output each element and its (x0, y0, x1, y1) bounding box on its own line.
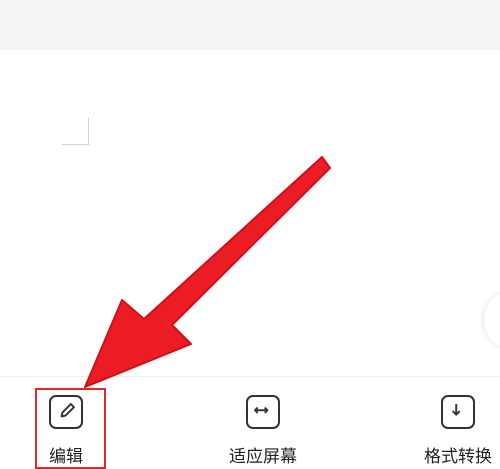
format-convert-label: 格式转换 (424, 447, 492, 467)
fit-screen-button[interactable]: 适应屏幕 (213, 395, 313, 467)
page-corner-mark (62, 118, 89, 145)
format-convert-button[interactable]: 格式转换 (408, 395, 500, 467)
top-bar (0, 0, 500, 50)
edit-button[interactable]: 编辑 (16, 395, 116, 467)
document-page[interactable] (0, 50, 500, 376)
edit-label: 编辑 (49, 447, 83, 467)
fit-screen-icon (246, 395, 280, 429)
document-viewer: 编辑 适应屏幕 格式转换 (0, 0, 500, 469)
edit-icon (49, 395, 83, 429)
format-convert-icon (441, 395, 475, 429)
bottom-toolbar: 编辑 适应屏幕 格式转换 (0, 376, 500, 469)
fit-screen-label: 适应屏幕 (229, 447, 297, 467)
